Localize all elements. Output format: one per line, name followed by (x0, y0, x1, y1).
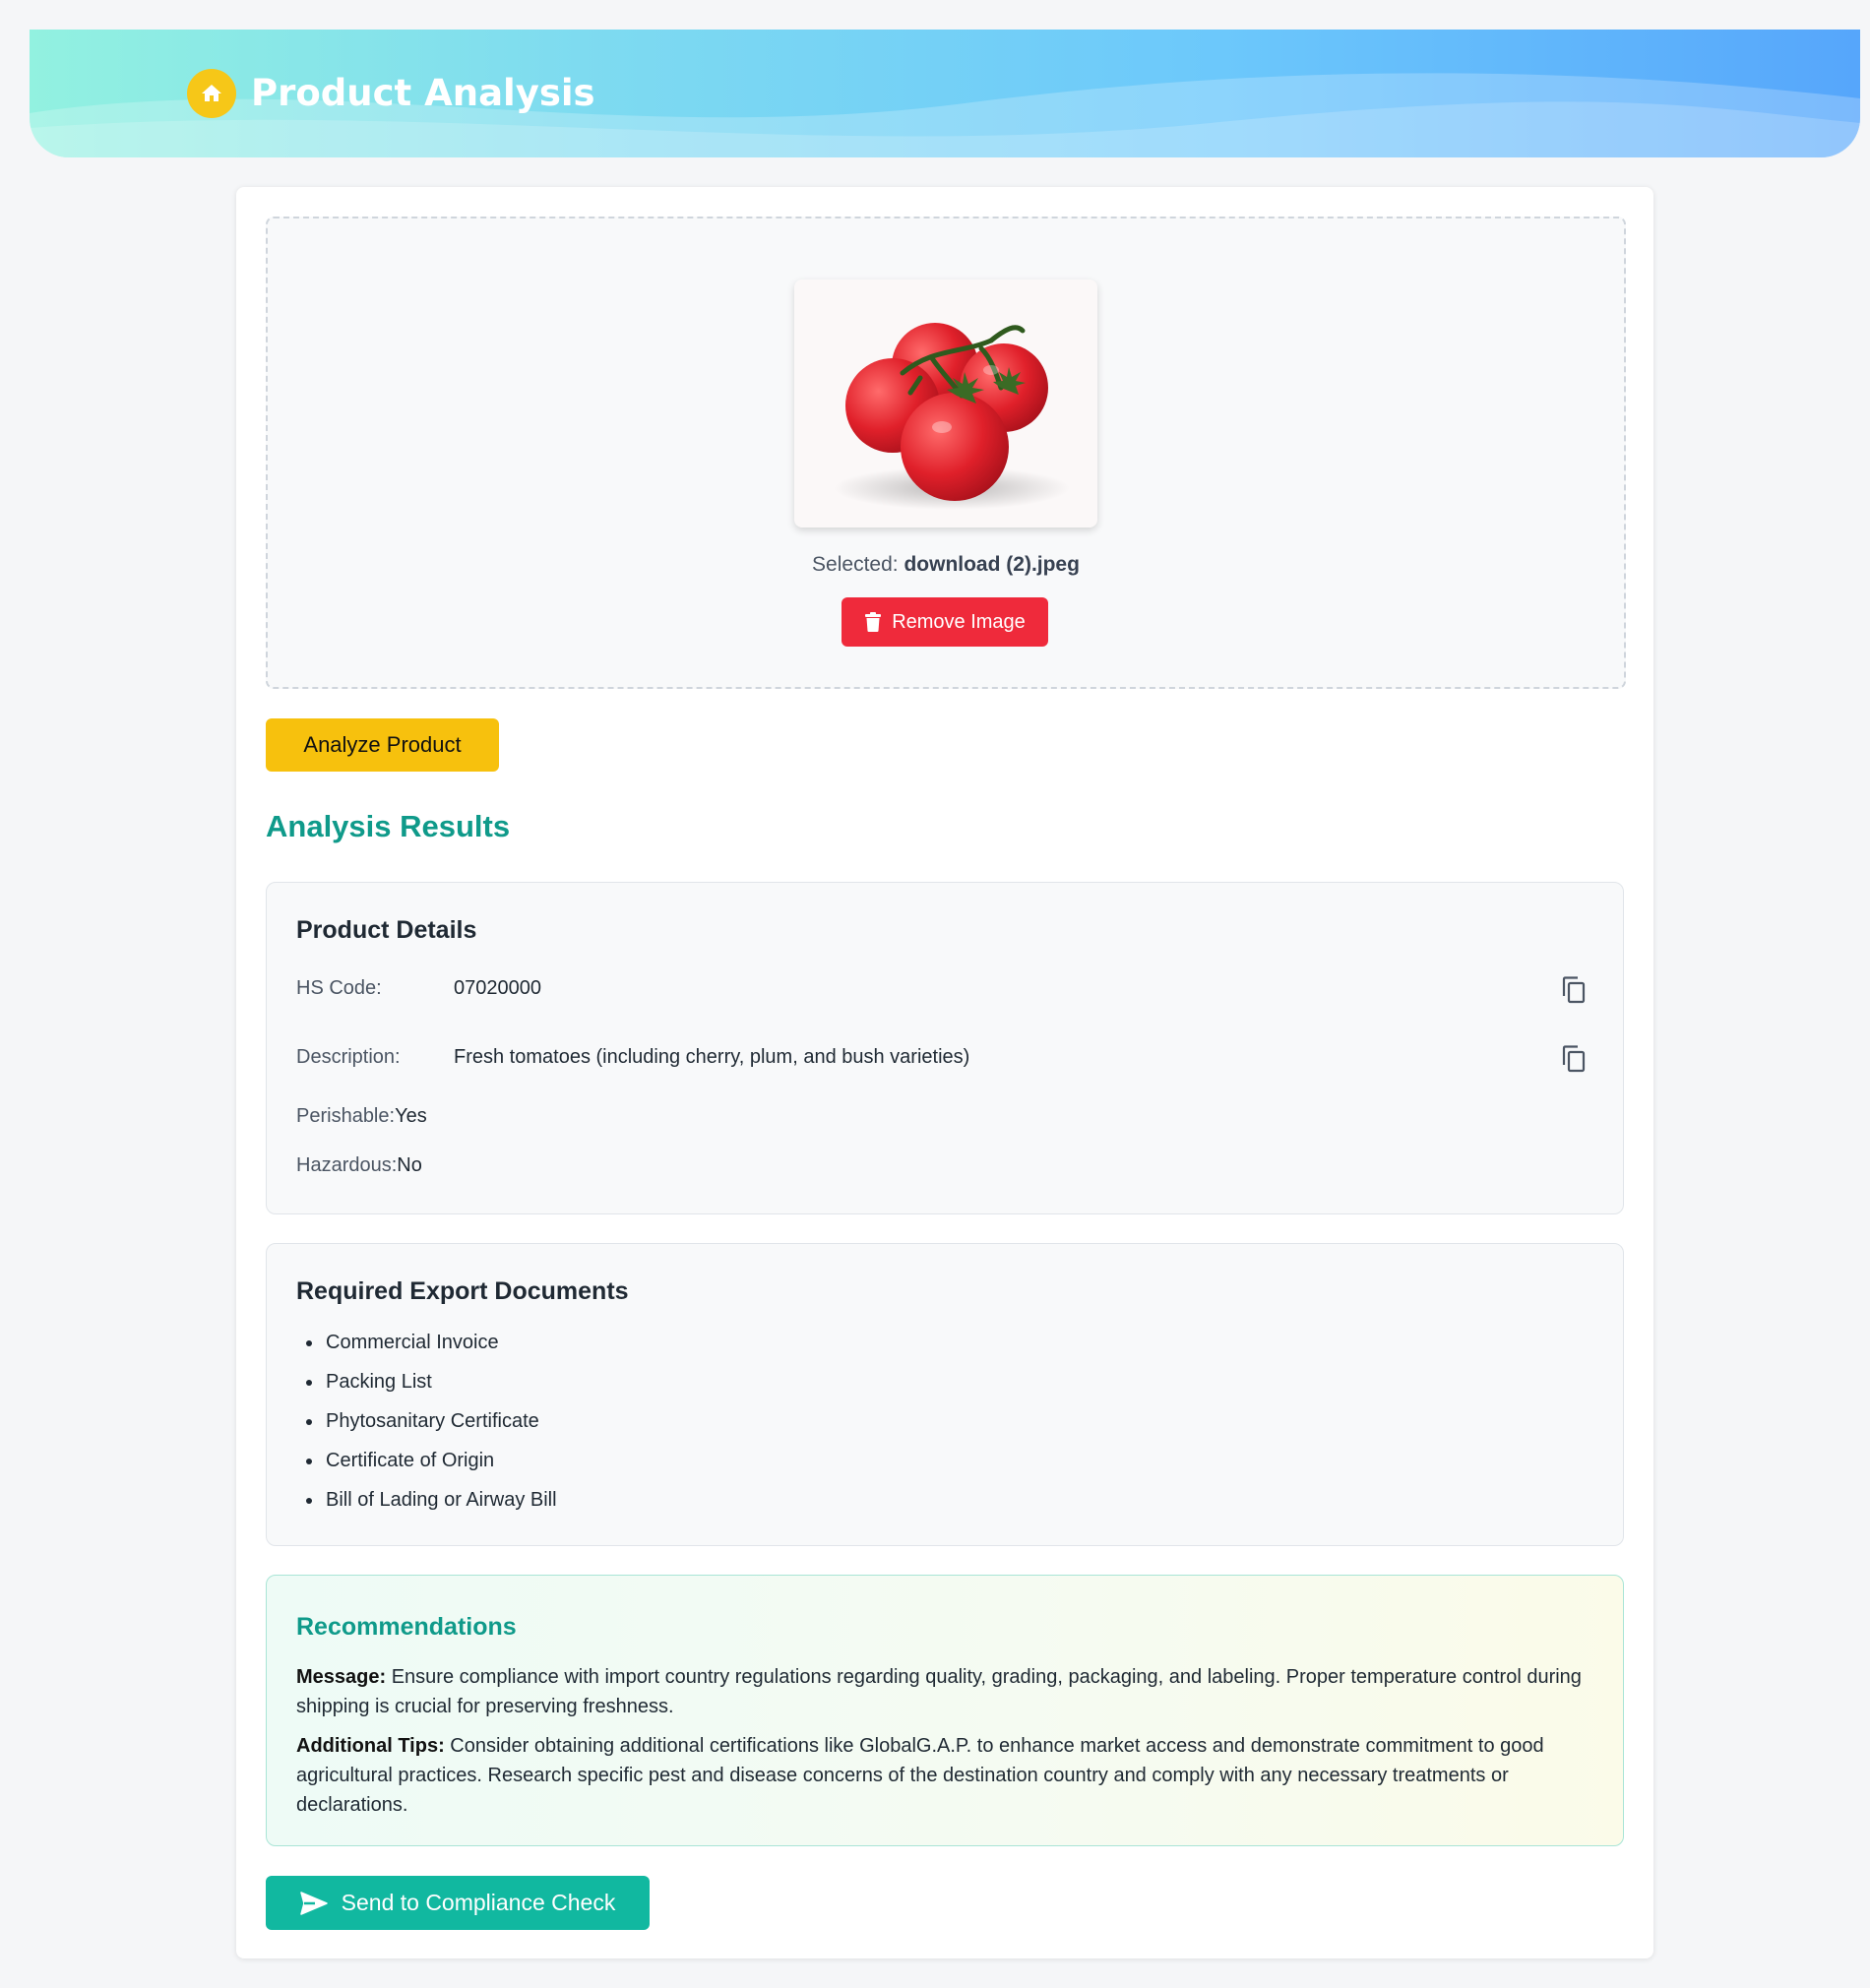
tips-label: Additional Tips: (296, 1735, 445, 1757)
recommendations-title: Recommendations (296, 1613, 517, 1641)
hazardous-row: Hazardous:No (296, 1154, 422, 1177)
perishable-row: Perishable:Yes (296, 1105, 427, 1128)
remove-image-button[interactable]: Remove Image (842, 597, 1048, 647)
export-documents-panel: Required Export Documents Commercial Inv… (266, 1243, 1624, 1546)
list-item: Commercial Invoice (296, 1323, 557, 1362)
recommendation-message: Message: Ensure compliance with import c… (296, 1662, 1595, 1721)
page-title: Product Analysis (251, 72, 595, 114)
tips-text: Consider obtaining additional certificat… (296, 1735, 1544, 1816)
hazardous-value: No (397, 1154, 422, 1176)
product-details-panel: Product Details HS Code: 07020000 Descri… (266, 882, 1624, 1214)
analyze-product-button[interactable]: Analyze Product (266, 718, 499, 772)
home-icon[interactable] (187, 69, 236, 118)
export-documents-title: Required Export Documents (296, 1277, 629, 1305)
product-details-title: Product Details (296, 916, 477, 944)
selected-prefix: Selected: (812, 553, 899, 576)
list-item: Bill of Lading or Airway Bill (296, 1480, 557, 1520)
product-image-preview (794, 280, 1097, 528)
remove-image-label: Remove Image (892, 610, 1026, 633)
message-label: Message: (296, 1666, 387, 1688)
tomatoes-image (834, 323, 1070, 510)
hs-code-value: 07020000 (454, 977, 541, 999)
selected-file-line: Selected: download (2).jpeg (268, 553, 1624, 577)
list-item: Phytosanitary Certificate (296, 1401, 557, 1441)
send-to-compliance-label: Send to Compliance Check (341, 1890, 616, 1915)
send-icon (299, 1891, 328, 1915)
image-upload-zone[interactable]: Selected: download (2).jpeg Remove Image (266, 217, 1626, 689)
perishable-label: Perishable: (296, 1105, 396, 1127)
send-to-compliance-button[interactable]: Send to Compliance Check (266, 1876, 650, 1930)
description-label: Description: (296, 1046, 401, 1068)
copy-description-icon[interactable] (1561, 1045, 1587, 1073)
analysis-results-heading: Analysis Results (266, 809, 511, 843)
hs-code-label: HS Code: (296, 977, 382, 999)
recommendation-tips: Additional Tips: Consider obtaining addi… (296, 1731, 1595, 1820)
export-documents-list: Commercial Invoice Packing List Phytosan… (296, 1323, 557, 1520)
hazardous-label: Hazardous: (296, 1154, 398, 1176)
perishable-value: Yes (395, 1105, 427, 1127)
header-banner: Product Analysis (30, 30, 1860, 157)
copy-hs-code-icon[interactable] (1561, 976, 1587, 1004)
selected-filename: download (2).jpeg (904, 553, 1080, 576)
recommendations-panel: Recommendations Message: Ensure complian… (266, 1575, 1624, 1846)
list-item: Certificate of Origin (296, 1441, 557, 1480)
trash-icon (865, 612, 882, 632)
main-card: Selected: download (2).jpeg Remove Image… (236, 187, 1653, 1958)
message-text: Ensure compliance with import country re… (296, 1666, 1582, 1717)
description-value: Fresh tomatoes (including cherry, plum, … (454, 1046, 970, 1068)
list-item: Packing List (296, 1362, 557, 1401)
